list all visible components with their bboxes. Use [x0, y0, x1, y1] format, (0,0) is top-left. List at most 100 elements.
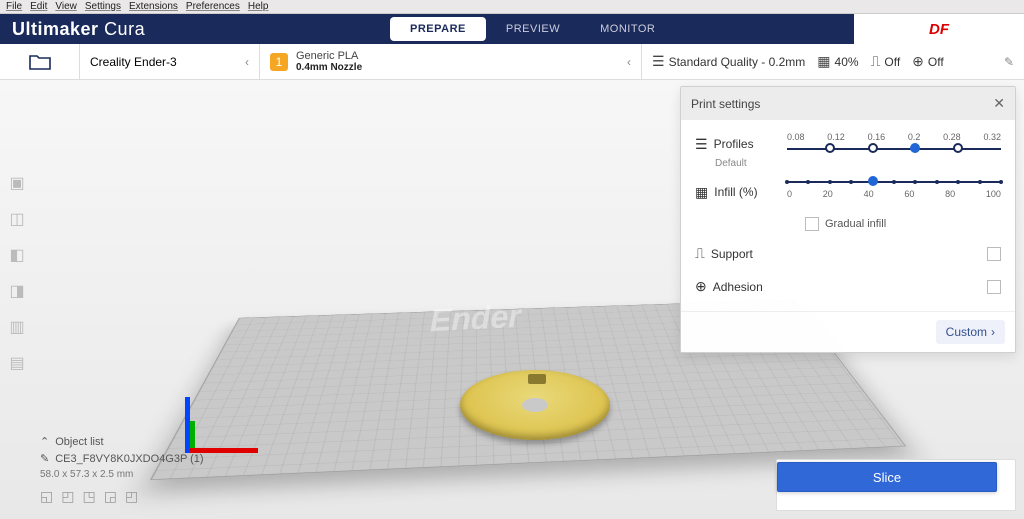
material-selector[interactable]: 1 Generic PLA 0.4mm Nozzle ‹: [260, 44, 642, 79]
tool-support[interactable]: ▤: [4, 350, 30, 376]
object-list-title: Object list: [55, 436, 103, 448]
app-header: Ultimaker Cura PREPARE PREVIEW MONITOR D…: [0, 14, 1024, 44]
view-presets: ◱ ◰ ◳ ◲ ◰: [40, 488, 204, 505]
action-panel: Slice: [776, 459, 1016, 511]
brand-light: Cura: [104, 19, 145, 39]
tick-label: 0.28: [943, 132, 961, 142]
chevron-left-icon: ‹: [627, 55, 631, 69]
tick-label: 0.16: [868, 132, 886, 142]
default-label: Default: [715, 158, 1001, 169]
view-left-icon[interactable]: ◲: [104, 488, 117, 505]
watermark: DF: [854, 14, 1024, 44]
settings-summary[interactable]: ☰ Standard Quality - 0.2mm ▦ 40% ⎍ Off ⊕…: [642, 44, 1024, 79]
menu-help[interactable]: Help: [248, 1, 269, 12]
tick-label: 20: [823, 189, 833, 199]
printer-selector[interactable]: Creality Ender-3 ‹: [80, 44, 260, 79]
object-list: ⌃ Object list ✎ CE3_F8VY8K0JXDO4G3P (1) …: [40, 435, 204, 505]
menu-settings[interactable]: Settings: [85, 1, 121, 12]
printer-name: Creality Ender-3: [90, 55, 177, 69]
adhesion-icon: ⊕: [912, 53, 924, 70]
infill-text: 40%: [835, 55, 859, 69]
support-row: ⎍ Support: [695, 245, 1001, 262]
object-list-item[interactable]: ✎ CE3_F8VY8K0JXDO4G3P (1): [40, 452, 204, 465]
menu-edit[interactable]: Edit: [30, 1, 47, 12]
config-ribbon: Creality Ender-3 ‹ 1 Generic PLA 0.4mm N…: [0, 44, 1024, 80]
infill-slider[interactable]: 0 20 40 60 80 100: [787, 179, 1001, 205]
layers-icon: ☰: [652, 53, 665, 70]
tool-scale[interactable]: ◫: [4, 206, 30, 232]
view-front-icon[interactable]: ◰: [61, 488, 74, 505]
pencil-icon: ✎: [40, 452, 49, 465]
close-icon[interactable]: ✕: [993, 95, 1005, 112]
support-checkbox[interactable]: [987, 247, 1001, 261]
infill-icon: ▦: [817, 53, 830, 70]
tick-label: 0.2: [908, 132, 921, 142]
chevron-left-icon: ‹: [245, 55, 249, 69]
object-dimensions: 58.0 x 57.3 x 2.5 mm: [40, 469, 204, 480]
support-label: Support: [711, 247, 753, 261]
gradual-infill-row[interactable]: Gradual infill: [805, 217, 1001, 231]
tick-label: 60: [904, 189, 914, 199]
slice-button[interactable]: Slice: [777, 462, 997, 492]
tool-mirror[interactable]: ◨: [4, 278, 30, 304]
tool-rotate[interactable]: ◧: [4, 242, 30, 268]
object-list-header[interactable]: ⌃ Object list: [40, 435, 204, 448]
tick-label: 100: [986, 189, 1001, 199]
material-name: Generic PLA: [296, 50, 362, 62]
model-object[interactable]: [460, 370, 610, 440]
tool-mesh[interactable]: ▥: [4, 314, 30, 340]
profiles-row: ☰ Profiles 0.08 0.12 0.16 0.2 0.28 0.32: [695, 132, 1001, 156]
menubar[interactable]: File Edit View Settings Extensions Prefe…: [0, 0, 1024, 14]
tool-move[interactable]: ▣: [4, 170, 30, 196]
menu-view[interactable]: View: [55, 1, 77, 12]
print-settings-panel: Print settings ✕ ☰ Profiles 0.08 0.12 0.…: [680, 86, 1016, 353]
support-summary: ⎍ Off: [871, 53, 901, 70]
left-toolbar: ▣ ◫ ◧ ◨ ▥ ▤: [4, 170, 34, 376]
adhesion-checkbox[interactable]: [987, 280, 1001, 294]
tick-label: 40: [864, 189, 874, 199]
object-name: CE3_F8VY8K0JXDO4G3P (1): [55, 453, 203, 465]
edit-icon[interactable]: ✎: [1004, 55, 1014, 69]
app-brand: Ultimaker Cura: [0, 19, 145, 40]
tick-label: 0: [787, 189, 792, 199]
menu-extensions[interactable]: Extensions: [129, 1, 178, 12]
tick-label: 0.12: [827, 132, 845, 142]
tab-prepare[interactable]: PREPARE: [390, 17, 486, 41]
gradual-infill-checkbox[interactable]: [805, 217, 819, 231]
view-iso-icon[interactable]: ◱: [40, 488, 53, 505]
tab-preview[interactable]: PREVIEW: [486, 17, 580, 41]
nozzle-size: 0.4mm Nozzle: [296, 62, 362, 73]
tab-monitor[interactable]: MONITOR: [580, 17, 675, 41]
tick-label: 80: [945, 189, 955, 199]
adhesion-text: Off: [928, 55, 944, 69]
support-icon: ⎍: [871, 53, 881, 70]
folder-icon: [29, 53, 51, 71]
adhesion-row: ⊕ Adhesion: [695, 278, 1001, 295]
brand-bold: Ultimaker: [12, 19, 99, 39]
infill-summary: ▦ 40%: [817, 53, 858, 70]
infill-icon: ▦: [695, 184, 708, 201]
tick-label: 0.08: [787, 132, 805, 142]
custom-label: Custom: [946, 325, 987, 339]
chevron-right-icon: ›: [991, 325, 995, 339]
stage-tabs: PREPARE PREVIEW MONITOR: [390, 17, 675, 41]
custom-button[interactable]: Custom ›: [936, 320, 1005, 344]
open-file-button[interactable]: [0, 44, 80, 79]
menu-preferences[interactable]: Preferences: [186, 1, 240, 12]
adhesion-icon: ⊕: [695, 278, 707, 295]
layers-icon: ☰: [695, 136, 708, 153]
extruder-badge: 1: [270, 53, 288, 71]
view-top-icon[interactable]: ◳: [82, 488, 95, 505]
tick-label: 0.32: [983, 132, 1001, 142]
quality-summary: ☰ Standard Quality - 0.2mm: [652, 53, 805, 70]
profiles-label: Profiles: [714, 137, 754, 151]
menu-file[interactable]: File: [6, 1, 22, 12]
adhesion-label: Adhesion: [713, 280, 763, 294]
support-icon: ⎍: [695, 245, 705, 262]
infill-row: ▦ Infill (%) 0: [695, 179, 1001, 205]
view-right-icon[interactable]: ◰: [125, 488, 138, 505]
chevron-up-icon: ⌃: [40, 435, 49, 448]
panel-title: Print settings: [691, 97, 760, 111]
profile-slider[interactable]: 0.08 0.12 0.16 0.2 0.28 0.32: [787, 132, 1001, 156]
adhesion-summary: ⊕ Off: [912, 53, 944, 70]
